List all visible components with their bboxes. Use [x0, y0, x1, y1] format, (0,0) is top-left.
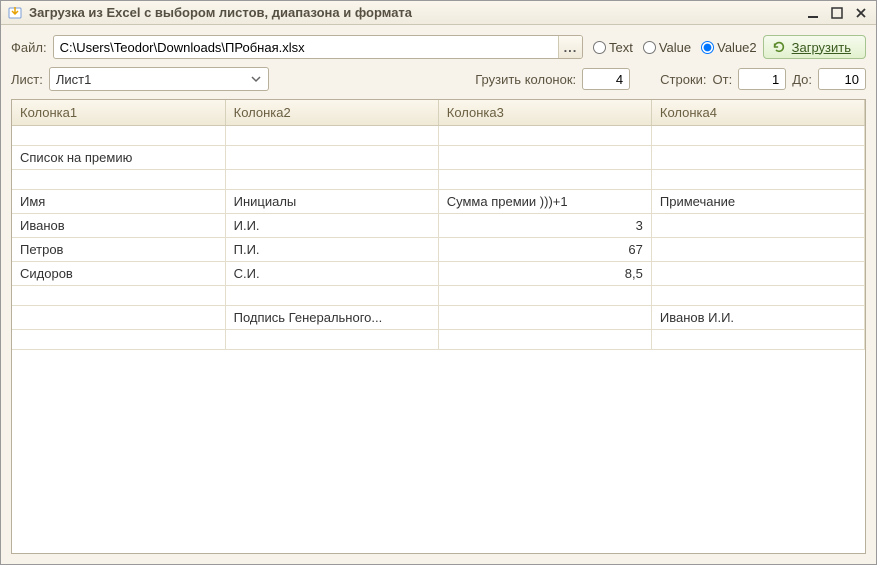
col-header-2[interactable]: Колонка2 — [225, 100, 438, 126]
table-cell[interactable]: Подпись Генерального... — [225, 306, 438, 330]
table-cell[interactable]: Иванов — [12, 214, 225, 238]
file-label: Файл: — [11, 40, 47, 55]
table-row[interactable]: Список на премию — [12, 146, 865, 170]
load-button-label: Загрузить — [792, 40, 851, 55]
table-row[interactable] — [12, 126, 865, 146]
table-cell[interactable]: П.И. — [225, 238, 438, 262]
radio-text-label: Text — [609, 40, 633, 55]
window-title: Загрузка из Excel с выбором листов, диап… — [29, 5, 798, 20]
table-row[interactable] — [12, 170, 865, 190]
cols-label: Грузить колонок: — [475, 72, 576, 87]
browse-button[interactable]: ... — [558, 36, 582, 58]
rows-to-input[interactable] — [818, 68, 866, 90]
app-window: Загрузка из Excel с выбором листов, диап… — [0, 0, 877, 565]
col-header-3[interactable]: Колонка3 — [438, 100, 651, 126]
table-cell[interactable]: Имя — [12, 190, 225, 214]
table-cell[interactable]: Сидоров — [12, 262, 225, 286]
table-cell[interactable] — [12, 286, 225, 306]
table-cell[interactable] — [12, 306, 225, 330]
table-body: Список на премию ИмяИнициалыСумма премии … — [12, 126, 865, 350]
table-cell[interactable] — [12, 330, 225, 350]
content-area: Файл: ... Text Value Value2 — [1, 25, 876, 564]
table-cell[interactable] — [651, 126, 864, 146]
format-radio-group: Text Value Value2 — [593, 40, 757, 55]
table-cell[interactable]: И.И. — [225, 214, 438, 238]
load-button[interactable]: Загрузить — [763, 35, 866, 59]
from-label: От: — [713, 72, 733, 87]
table-cell[interactable]: Сумма премии )))+1 — [438, 190, 651, 214]
table-cell[interactable] — [438, 306, 651, 330]
radio-value2[interactable]: Value2 — [701, 40, 757, 55]
cols-input[interactable] — [582, 68, 630, 90]
table-cell[interactable] — [225, 170, 438, 190]
table-cell[interactable]: Примечание — [651, 190, 864, 214]
app-icon — [7, 5, 23, 21]
table-cell[interactable] — [225, 330, 438, 350]
chevron-down-icon — [248, 71, 264, 87]
table-row[interactable]: СидоровС.И.8,5 — [12, 262, 865, 286]
table-row[interactable]: ИмяИнициалыСумма премии )))+1Примечание — [12, 190, 865, 214]
sheet-label: Лист: — [11, 72, 43, 87]
rows-label: Строки: — [660, 72, 706, 87]
table-cell[interactable] — [651, 170, 864, 190]
table-cell[interactable] — [651, 286, 864, 306]
table-cell[interactable] — [651, 238, 864, 262]
radio-text[interactable]: Text — [593, 40, 633, 55]
table-row[interactable]: ПетровП.И.67 — [12, 238, 865, 262]
table-cell[interactable] — [225, 286, 438, 306]
data-table-wrap: Колонка1 Колонка2 Колонка3 Колонка4 Спис… — [11, 99, 866, 554]
table-cell[interactable] — [12, 170, 225, 190]
table-cell[interactable]: 3 — [438, 214, 651, 238]
table-cell[interactable] — [651, 330, 864, 350]
table-cell[interactable]: 8,5 — [438, 262, 651, 286]
col-header-1[interactable]: Колонка1 — [12, 100, 225, 126]
file-input-wrap: ... — [53, 35, 583, 59]
file-row: Файл: ... Text Value Value2 — [11, 35, 866, 59]
table-cell[interactable] — [438, 126, 651, 146]
radio-text-input[interactable] — [593, 41, 606, 54]
table-row[interactable] — [12, 286, 865, 306]
data-table: Колонка1 Колонка2 Колонка3 Колонка4 Спис… — [12, 100, 865, 350]
table-cell[interactable] — [651, 146, 864, 170]
radio-value-input[interactable] — [643, 41, 656, 54]
table-cell[interactable] — [651, 262, 864, 286]
table-cell[interactable]: Петров — [12, 238, 225, 262]
minimize-button[interactable] — [804, 5, 822, 21]
table-cell[interactable] — [225, 146, 438, 170]
refresh-icon — [772, 40, 786, 54]
table-cell[interactable] — [225, 126, 438, 146]
table-cell[interactable]: 67 — [438, 238, 651, 262]
maximize-button[interactable] — [828, 5, 846, 21]
col-header-4[interactable]: Колонка4 — [651, 100, 864, 126]
radio-value[interactable]: Value — [643, 40, 691, 55]
table-cell[interactable] — [651, 214, 864, 238]
sheet-select[interactable]: Лист1 — [49, 67, 269, 91]
table-row[interactable]: ИвановИ.И.3 — [12, 214, 865, 238]
table-row[interactable] — [12, 330, 865, 350]
radio-value2-label: Value2 — [717, 40, 757, 55]
radio-value-label: Value — [659, 40, 691, 55]
table-cell[interactable]: Иванов И.И. — [651, 306, 864, 330]
table-cell[interactable]: С.И. — [225, 262, 438, 286]
close-button[interactable] — [852, 5, 870, 21]
table-header-row: Колонка1 Колонка2 Колонка3 Колонка4 — [12, 100, 865, 126]
file-path-input[interactable] — [54, 36, 558, 58]
params-row: Лист: Лист1 Грузить колонок: Строки: От:… — [11, 67, 866, 91]
table-cell[interactable]: Список на премию — [12, 146, 225, 170]
table-cell[interactable]: Инициалы — [225, 190, 438, 214]
table-cell[interactable] — [12, 126, 225, 146]
radio-value2-input[interactable] — [701, 41, 714, 54]
table-cell[interactable] — [438, 170, 651, 190]
table-row[interactable]: Подпись Генерального... Иванов И.И. — [12, 306, 865, 330]
table-cell[interactable] — [438, 286, 651, 306]
to-label: До: — [792, 72, 812, 87]
sheet-selected-value: Лист1 — [56, 72, 91, 87]
titlebar: Загрузка из Excel с выбором листов, диап… — [1, 1, 876, 25]
rows-from-input[interactable] — [738, 68, 786, 90]
table-cell[interactable] — [438, 330, 651, 350]
table-cell[interactable] — [438, 146, 651, 170]
